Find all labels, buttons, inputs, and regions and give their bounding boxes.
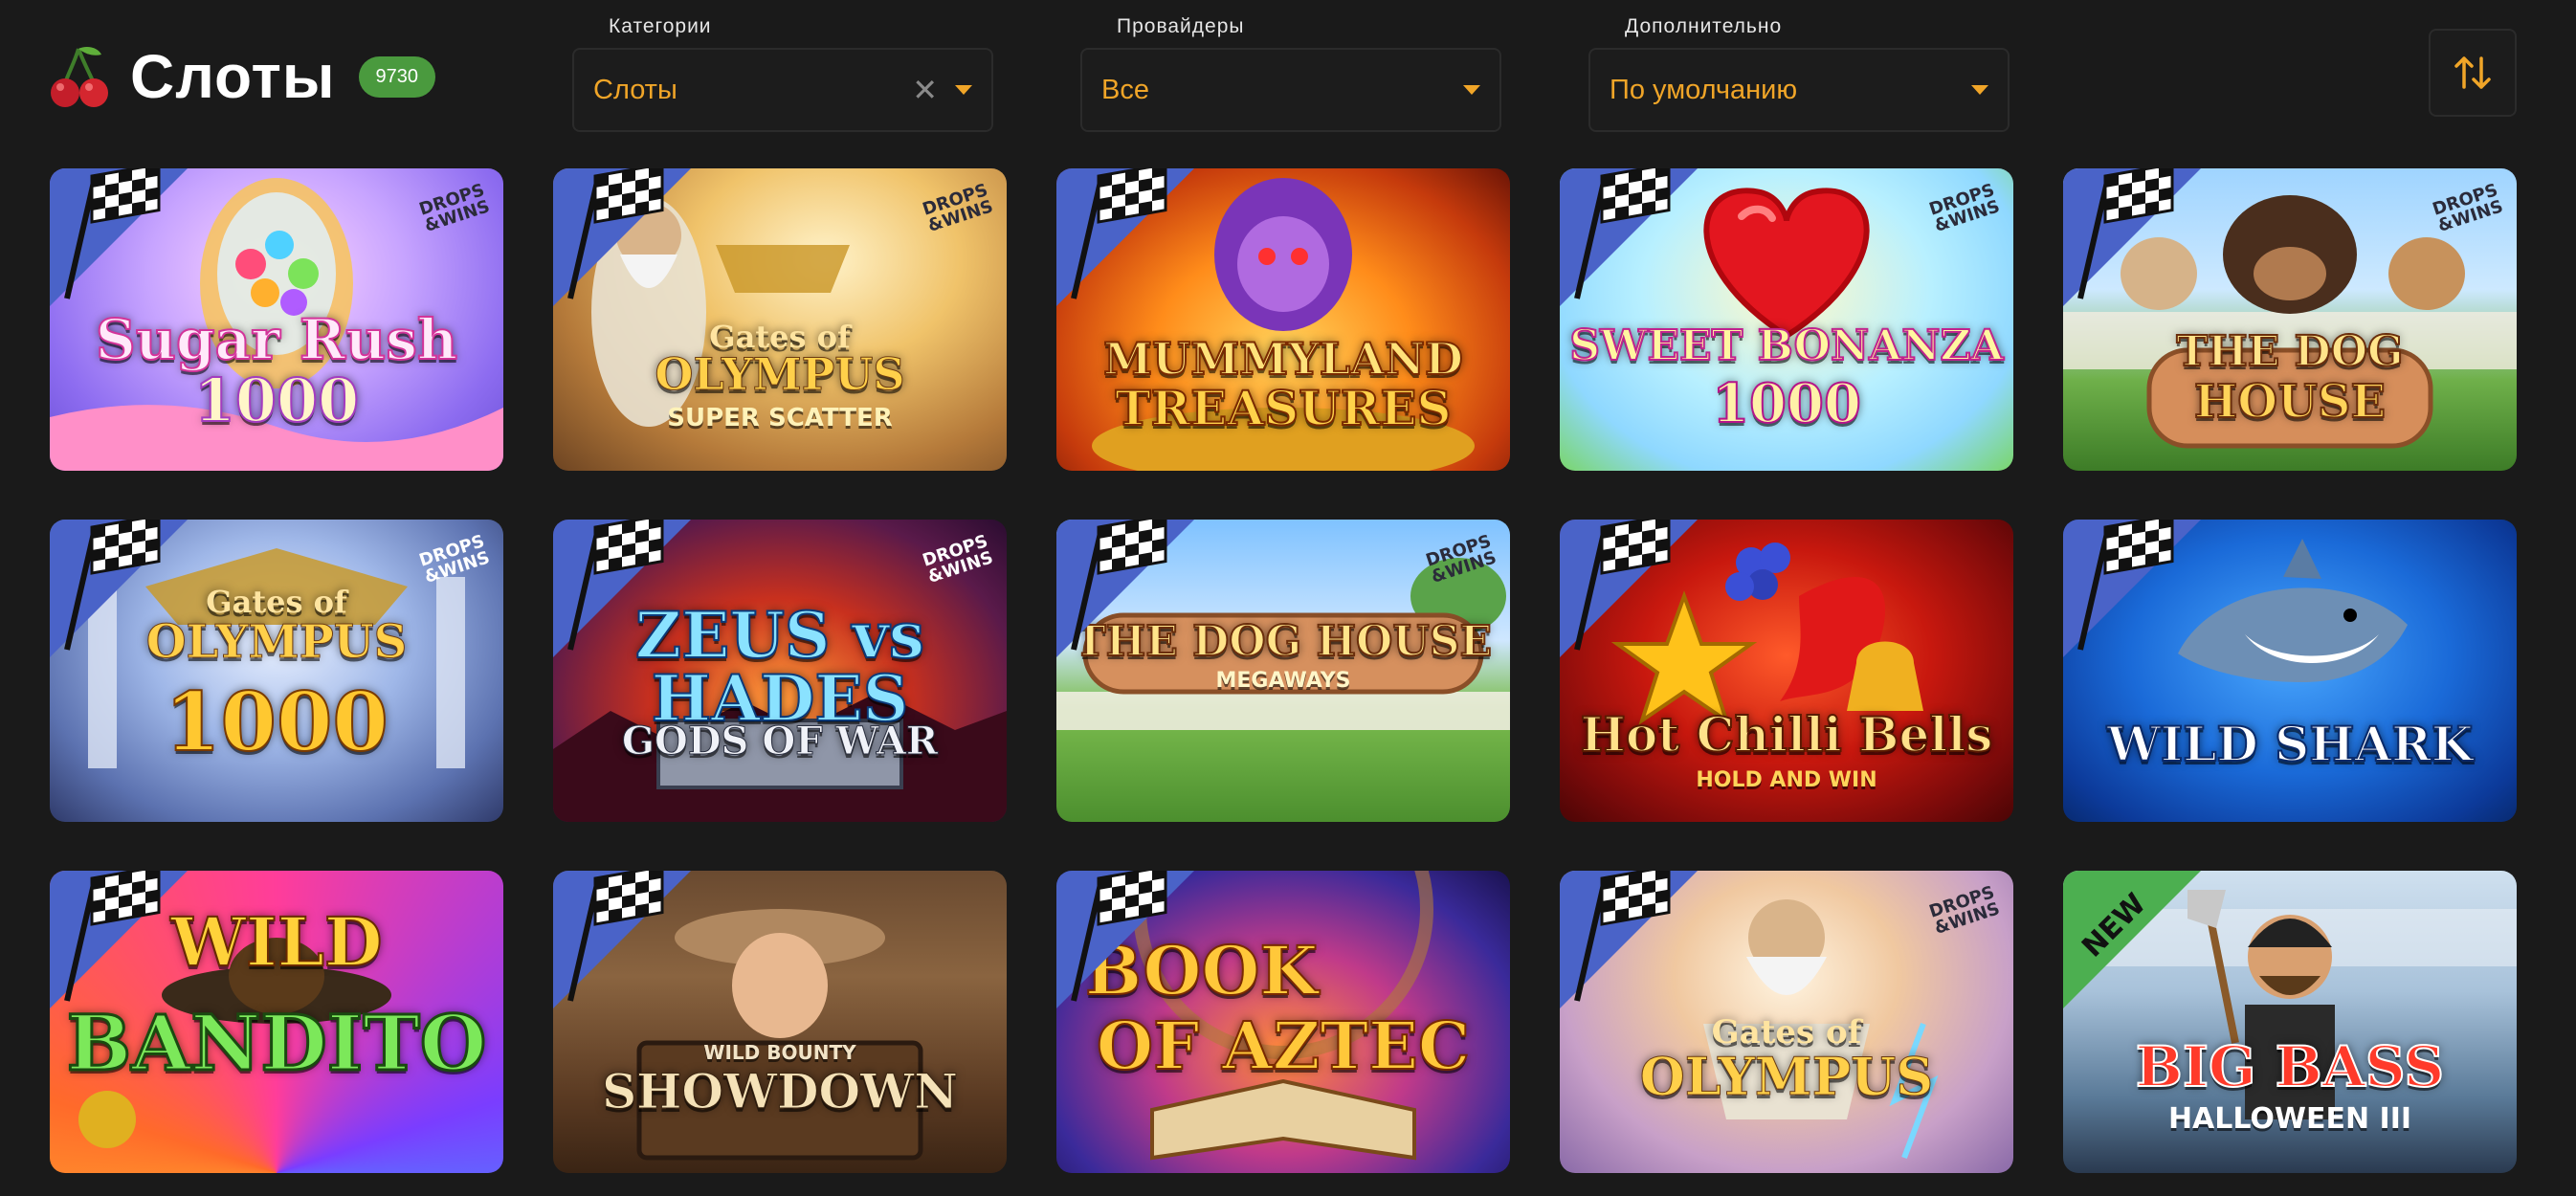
chevron-down-icon[interactable] [1971, 85, 1988, 95]
game-title-main: OLYMPUS [1639, 1046, 1934, 1107]
game-title: BIG BASS [2135, 1034, 2445, 1099]
game-title: THE DOG [2175, 327, 2404, 376]
game-tile-the-dog-house-megaways[interactable]: THE DOG HOUSE MEGAWAYS DROPS &WINS [1056, 520, 1510, 822]
sort-button[interactable] [2429, 29, 2517, 117]
extra-select[interactable]: По умолчанию [1588, 48, 2010, 132]
game-tile-big-bass-halloween-3[interactable]: BIG BASS HALLOWEEN III NEW [2063, 871, 2517, 1173]
category-filter-label: Категории [609, 15, 712, 37]
category-select[interactable]: Слоты ✕ [572, 48, 993, 132]
game-tile-hot-chilli-bells[interactable]: Hot Chilli Bells HOLD AND WIN [1560, 520, 2013, 822]
extra-select-value: По умолчанию [1610, 74, 1798, 105]
game-title-number: 1000 [1711, 372, 1862, 435]
game-title-main: OLYMPUS [655, 348, 905, 400]
games-count-badge: 9730 [358, 55, 436, 98]
game-tile-book-of-aztec[interactable]: BOOK OF AZTEC [1056, 871, 1510, 1173]
game-title-main: OLYMPUS [145, 615, 408, 669]
game-title: Gates of [206, 584, 347, 620]
provider-select[interactable]: Все [1080, 48, 1501, 132]
page-title: Слоты [130, 42, 336, 111]
game-title: Gates of [1711, 1013, 1862, 1052]
game-title: SWEET BONANZA [1568, 321, 2005, 370]
provider-select-value: Все [1101, 74, 1149, 105]
game-tile-wild-bandito[interactable]: WILD BANDITO [50, 871, 503, 1173]
game-title: Sugar Rush [95, 307, 458, 372]
category-filter: Категории Слоты ✕ [572, 15, 993, 132]
game-tile-zeus-vs-hades[interactable]: ZEUS vs HADES GODS OF WAR DROPS &WINS [553, 520, 1007, 822]
game-subtitle: GODS OF WAR [621, 719, 939, 764]
game-title-line2: OF AZTEC [1096, 1008, 1471, 1085]
game-subtitle: HALLOWEEN III [2167, 1102, 2412, 1136]
game-title: BOOK [1084, 931, 1319, 1010]
game-title-line2: TREASURES [1114, 380, 1452, 436]
game-tile-gates-of-olympus-1000[interactable]: Gates of OLYMPUS 1000 DROPS &WINS [50, 520, 503, 822]
game-title: WILD SHARK [2106, 716, 2475, 772]
game-tile-the-dog-house[interactable]: THE DOG HOUSE DROPS &WINS [2063, 168, 2517, 471]
game-subtitle: HOLD AND WIN [1696, 768, 1877, 792]
game-artwork [553, 871, 1007, 1173]
game-title: THE DOG HOUSE [1074, 617, 1493, 666]
game-tile-sweet-bonanza-1000[interactable]: SWEET BONANZA 1000 DROPS &WINS [1560, 168, 2013, 471]
game-tile-wild-shark[interactable]: WILD SHARK [2063, 520, 2517, 822]
game-title: Hot Chilli Bells [1580, 706, 1994, 763]
game-tile-gates-of-olympus-super-scatter[interactable]: Gates of OLYMPUS SUPER SCATTER DROPS &WIN… [553, 168, 1007, 471]
game-title-line2: HOUSE [2193, 375, 2387, 429]
game-title-line2: BANDITO [65, 998, 488, 1088]
cherry-icon [50, 43, 109, 110]
games-grid: Sugar Rush 1000 DROPS &WINS Gates of OLY… [50, 168, 2519, 1173]
extra-filter: Дополнительно По умолчанию [1588, 15, 2010, 132]
game-title: SHOWDOWN [602, 1063, 959, 1119]
game-subtitle: WILD BOUNTY [703, 1041, 856, 1064]
game-title: ZEUS vs HADES [634, 598, 925, 736]
provider-filter-label: Провайдеры [1117, 15, 1245, 37]
game-title-number: 1000 [193, 365, 361, 435]
chevron-down-icon[interactable] [1463, 85, 1480, 95]
extra-filter-label: Дополнительно [1625, 15, 1783, 37]
chevron-down-icon[interactable] [955, 85, 972, 95]
game-artwork [2063, 520, 2517, 822]
game-subtitle: MEGAWAYS [1215, 669, 1351, 693]
game-subtitle: SUPER SCATTER [667, 404, 893, 432]
game-title: WILD [169, 902, 383, 982]
game-title: MUMMYLAND [1102, 333, 1464, 385]
game-tile-sugar-rush-1000[interactable]: Sugar Rush 1000 DROPS &WINS [50, 168, 503, 471]
provider-filter: Провайдеры Все [1080, 15, 1501, 132]
sort-arrows-icon [2454, 56, 2491, 89]
game-title-number: 1000 [164, 675, 389, 769]
page-header: Слоты 9730 [50, 38, 436, 115]
game-tile-wild-bounty-showdown[interactable]: WILD BOUNTY SHOWDOWN [553, 871, 1007, 1173]
top-bar: Слоты 9730 Категории Слоты ✕ Провайдеры … [0, 0, 2576, 153]
category-select-value: Слоты [593, 74, 677, 105]
game-tile-gates-of-olympus[interactable]: Gates of OLYMPUS DROPS &WINS [1560, 871, 2013, 1173]
game-tile-mummyland-treasures[interactable]: MUMMYLAND TREASURES [1056, 168, 1510, 471]
clear-icon[interactable]: ✕ [912, 75, 938, 105]
